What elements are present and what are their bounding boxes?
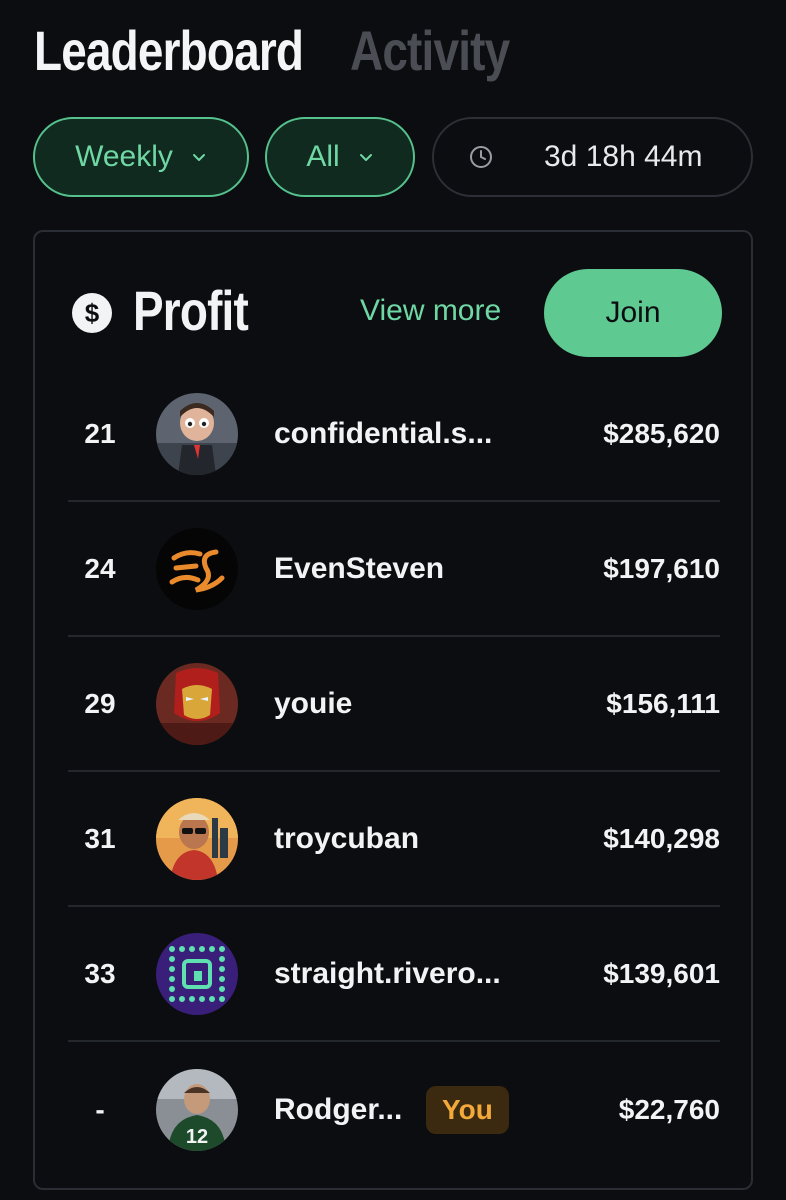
period-dropdown-label: Weekly (75, 140, 173, 173)
rank: 31 (84, 822, 116, 854)
profit-card: $ Profit View more Join 21 confidential.… (33, 230, 753, 1190)
list-item-current-user[interactable]: - 12 Rodger... You $22,760 (68, 1042, 720, 1177)
avatar (156, 527, 238, 610)
chevron-down-icon (192, 154, 205, 161)
avatar (156, 662, 238, 745)
profit-amount: $156,111 (606, 687, 720, 719)
list-item[interactable]: 29 youie $156,111 (68, 637, 720, 772)
rank: - (95, 1093, 105, 1125)
countdown-text: 3d 18h 44m (544, 140, 703, 173)
title-tabs: Leaderboard Activity (34, 18, 545, 83)
rank: 21 (84, 417, 116, 449)
filter-bar: Weekly All 3d 18h 44m (33, 117, 753, 197)
clock-icon (470, 146, 492, 168)
dollar-icon: $ (72, 293, 112, 333)
avatar: 12 (156, 1068, 238, 1151)
username: troycuban (274, 821, 420, 855)
you-badge: You (426, 1085, 509, 1134)
username: EvenSteven (274, 551, 445, 585)
chevron-down-icon (359, 154, 372, 161)
avatar (156, 392, 238, 475)
scope-dropdown-label: All (306, 140, 340, 173)
view-more-link[interactable]: View more (360, 294, 501, 328)
svg-text:$: $ (85, 298, 100, 328)
period-dropdown[interactable]: Weekly (33, 117, 249, 197)
username: confidential.s... (274, 416, 493, 450)
rank: 24 (84, 552, 116, 584)
leaderboard-page: Leaderboard Activity Weekly All 3d 18h 4… (0, 0, 786, 1200)
join-button[interactable]: Join (544, 269, 722, 357)
username: straight.rivero... (274, 956, 501, 990)
avatar (156, 932, 238, 1015)
svg-text:12: 12 (186, 1126, 208, 1148)
countdown-timer: 3d 18h 44m (432, 117, 753, 197)
profit-amount: $140,298 (603, 822, 720, 854)
username: Rodger... (274, 1092, 403, 1126)
profit-amount: $22,760 (618, 1093, 720, 1125)
rank: 29 (84, 687, 116, 719)
rank: 33 (84, 957, 116, 989)
username: youie (274, 686, 353, 720)
tab-activity[interactable]: Activity (350, 18, 510, 83)
list-item[interactable]: 21 confidential.s... $285,620 (68, 367, 720, 502)
list-item[interactable]: 33 straight.rivero... $139,601 (68, 907, 720, 1042)
list-item[interactable]: 31 troycuban $140,298 (68, 772, 720, 907)
leaderboard-list: 21 confidential.s... $285,620 24 EvenSte… (68, 367, 720, 1177)
scope-dropdown[interactable]: All (265, 117, 415, 197)
list-item[interactable]: 24 EvenSteven $197,610 (68, 502, 720, 637)
tab-leaderboard[interactable]: Leaderboard (34, 18, 304, 83)
profit-amount: $197,610 (603, 552, 720, 584)
profit-amount: $285,620 (603, 417, 720, 449)
card-title: Profit (133, 279, 249, 342)
avatar (156, 797, 238, 880)
profit-amount: $139,601 (603, 957, 720, 989)
